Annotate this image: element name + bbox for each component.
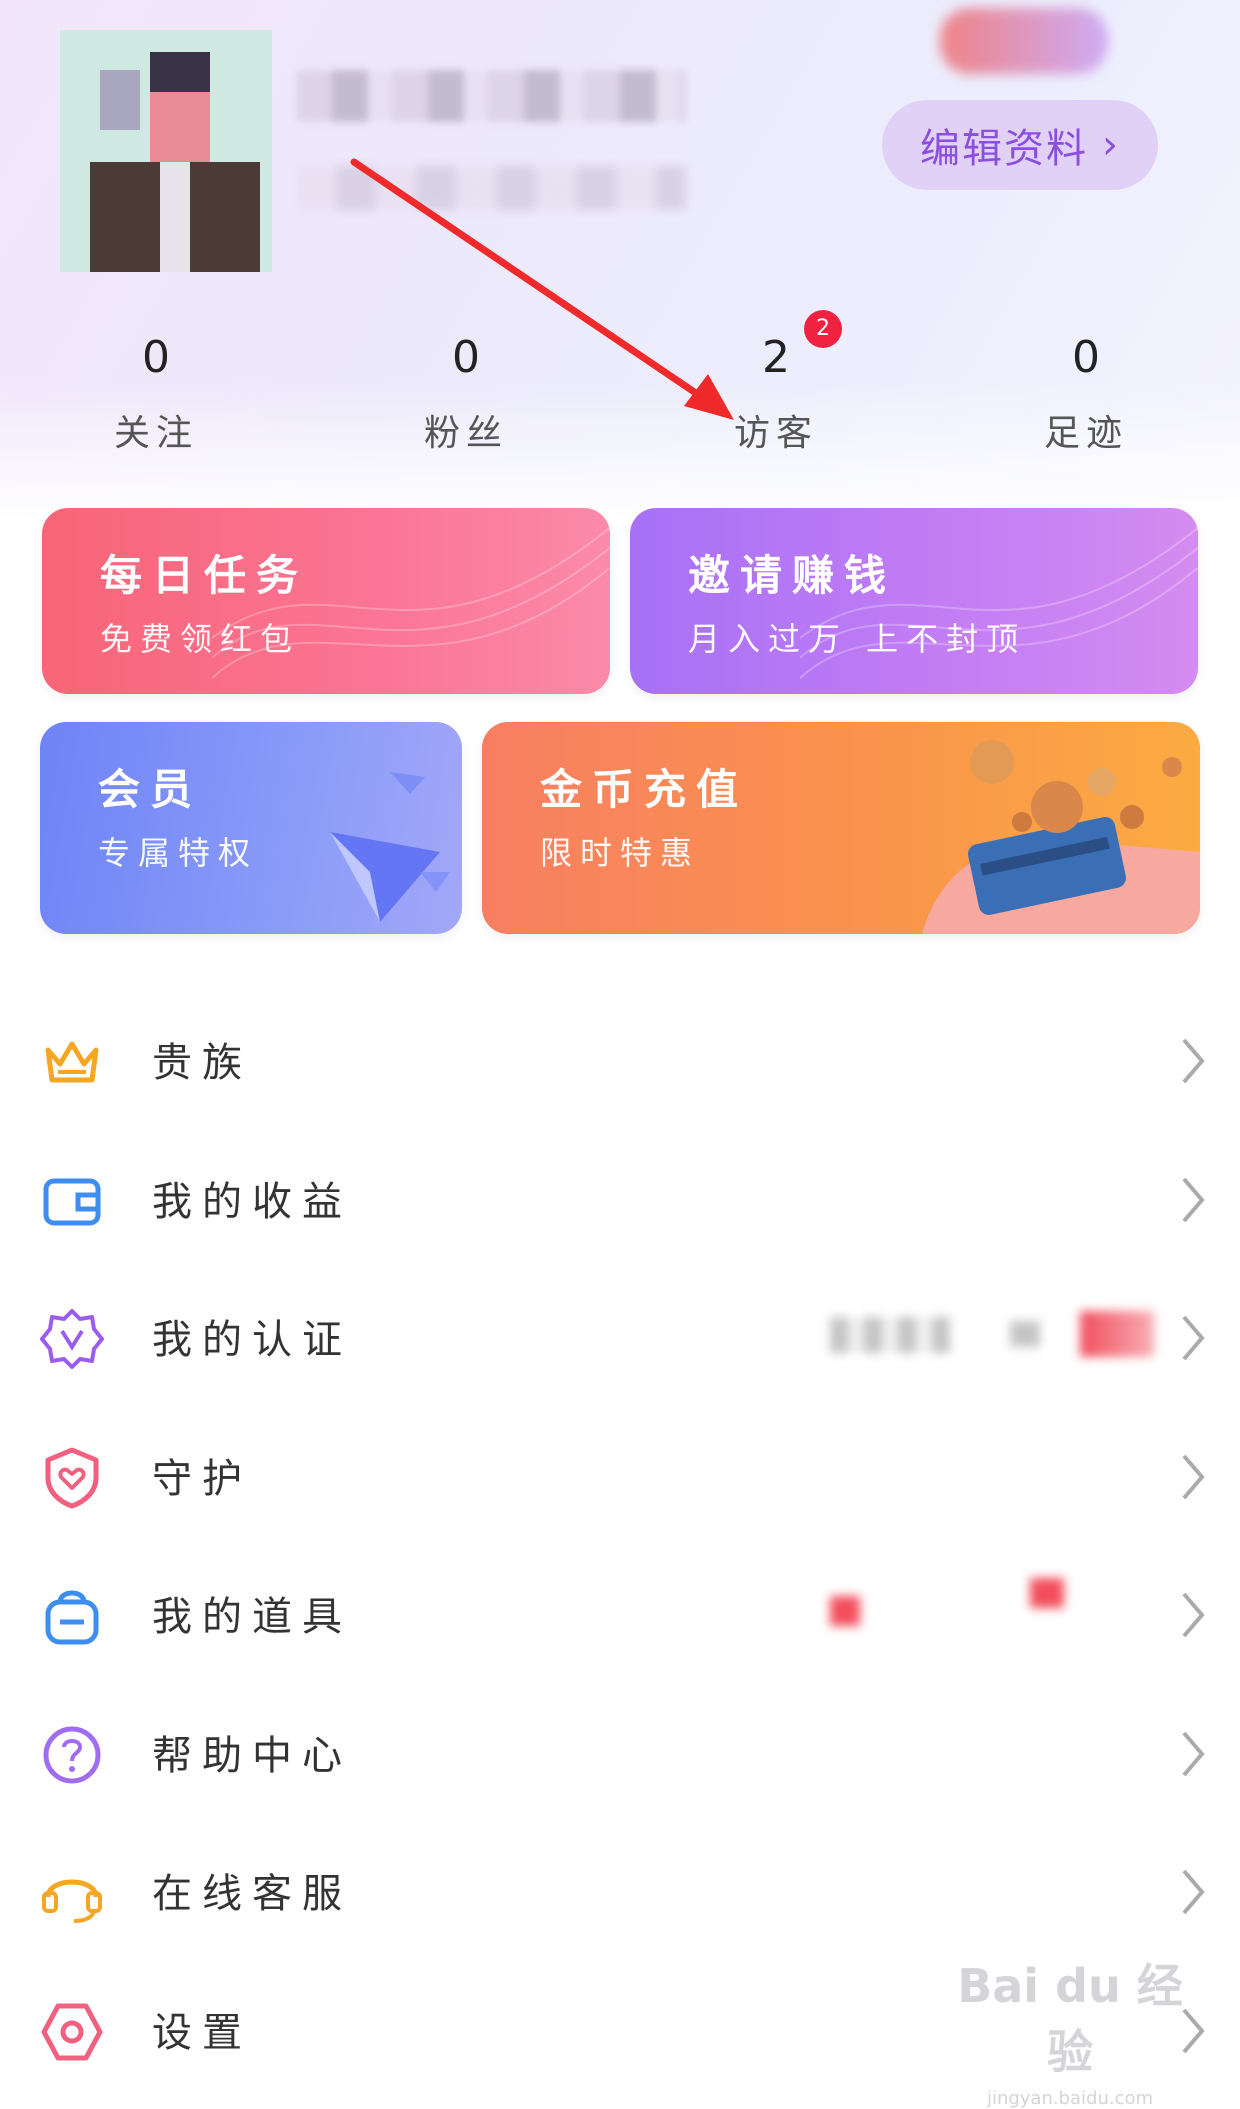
stats-bar: 0 关注 0 粉丝 2 访客 2 0 足迹 [0,310,1240,470]
menu-item-props[interactable]: 我的道具 [0,1544,1240,1683]
card-title: 邀请赚钱 [688,551,897,600]
avatar-pixel [150,52,210,92]
menu-item-label: 在线客服 [152,1871,352,1918]
avatar[interactable] [60,30,272,272]
menu-item-guard[interactable]: 守护 [0,1406,1240,1545]
shield-heart-icon [45,1447,99,1508]
verification-badge-blurred [1080,1311,1154,1357]
edit-profile-label: 编辑资料 [920,126,1088,172]
baidu-jingyan-watermark: Bai du 经验 jingyan.baidu.com [950,1950,1190,2109]
stat-value: 0 [452,332,480,383]
stat-visitors[interactable]: 2 访客 2 [676,310,876,456]
chevron-right-icon [1182,1177,1205,1222]
card-title: 每日任务 [100,551,309,600]
vip-card[interactable]: 会员 专属特权 [40,722,462,934]
chevron-right-icon [1182,1038,1205,1084]
menu-item-label: 设置 [152,2009,252,2056]
crown-icon [45,1041,99,1083]
menu-list: 贵族 我的收益 我的认证 守护 我的道具 帮助中心 在线客服 设置 [0,990,1240,2098]
chevron-right-icon [1182,1315,1205,1361]
coin-recharge-card[interactable]: 金币充值 限时特惠 [482,722,1200,934]
card-subtitle: 限时特惠 [540,834,701,872]
stat-label: 关注 [113,413,198,454]
visitor-count-badge: 2 [804,310,842,348]
menu-item-earnings[interactable]: 我的收益 [0,1129,1240,1268]
card-title: 会员 [98,765,203,814]
avatar-pixel [150,92,210,162]
stat-following[interactable]: 0 关注 [56,330,256,456]
stat-label: 粉丝 [423,413,508,454]
chevron-right-icon [1182,1731,1205,1776]
backpack-icon [45,1590,99,1645]
level-badge-blurred[interactable] [940,8,1108,74]
menu-item-label: 守护 [152,1455,252,1502]
card-subtitle: 专属特权 [98,834,259,872]
card-title: 金币充值 [540,765,749,814]
card-subtitle: 月入过万 上不封顶 [688,620,1027,658]
stat-value: 2 [762,332,790,383]
stat-value: 0 [142,332,170,383]
stat-footprint[interactable]: 0 足迹 [986,330,1186,456]
invite-earn-card[interactable]: 邀请赚钱 月入过万 上不封顶 [630,508,1198,694]
stat-fans[interactable]: 0 粉丝 [366,330,566,456]
menu-item-help-center[interactable]: 帮助中心 [0,1683,1240,1822]
verification-status-blurred [830,1317,950,1353]
avatar-pixel [100,70,140,130]
props-status-blurred [830,1596,860,1626]
wallet-icon [43,1178,101,1225]
chevron-right-icon [1182,1869,1205,1915]
avatar-pixel [160,162,190,272]
card-subtitle: 免费领红包 [100,620,301,658]
edit-profile-button[interactable]: 编辑资料 › [882,100,1158,190]
stat-label: 访客 [733,413,818,454]
headset-icon [42,1879,102,1923]
user-id-blurred [296,166,686,210]
verified-badge-icon [40,1309,104,1369]
chevron-right-icon: › [1102,122,1120,168]
menu-item-label: 我的道具 [152,1594,352,1641]
help-icon [43,1726,101,1783]
menu-item-verification[interactable]: 我的认证 [0,1267,1240,1406]
menu-item-customer-service[interactable]: 在线客服 [0,1821,1240,1960]
chevron-right-icon [1182,1454,1205,1499]
username-blurred [296,70,686,122]
menu-item-label: 我的认证 [152,1317,352,1364]
settings-icon [41,2003,103,2060]
stat-value: 0 [1072,332,1100,383]
props-status-blurred [1030,1578,1064,1608]
stat-label: 足迹 [1043,413,1128,454]
menu-item-label: 贵族 [152,1040,252,1087]
daily-task-card[interactable]: 每日任务 免费领红包 [42,508,610,694]
menu-item-label: 帮助中心 [152,1732,352,1779]
menu-item-label: 我的收益 [152,1178,352,1225]
chevron-right-icon [1182,1592,1205,1638]
menu-item-nobility[interactable]: 贵族 [0,990,1240,1129]
verification-status-blurred [1010,1321,1040,1347]
watermark-url: jingyan.baidu.com [986,2088,1154,2109]
watermark-logo-text: Bai du 经验 [957,1959,1183,2079]
